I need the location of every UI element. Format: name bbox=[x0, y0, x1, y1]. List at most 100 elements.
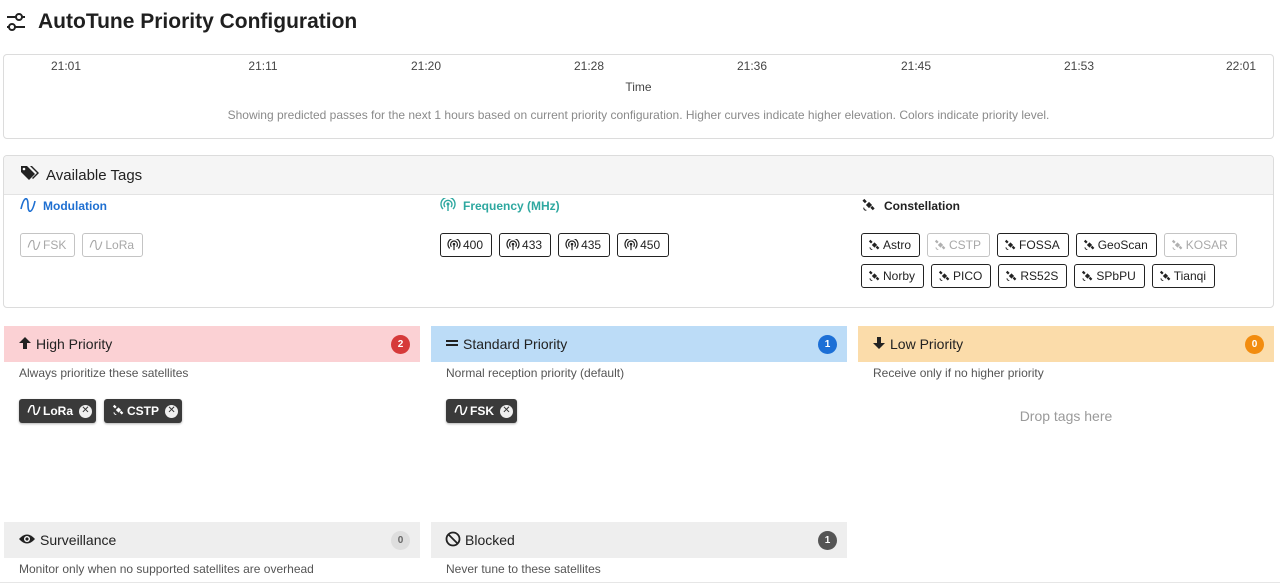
wave-icon bbox=[20, 197, 36, 215]
blocked-desc: Never tune to these satellites bbox=[446, 562, 601, 576]
low-priority-count: 0 bbox=[1245, 334, 1264, 354]
assigned-tag-lora[interactable]: LoRa ✕ bbox=[19, 399, 96, 423]
assigned-tag-cstp[interactable]: CSTP ✕ bbox=[104, 399, 183, 423]
satellite-icon bbox=[868, 239, 881, 251]
time-tick: 21:28 bbox=[573, 59, 605, 73]
standard-priority-zone[interactable]: Standard Priority 1 Normal reception pri… bbox=[431, 326, 847, 423]
block-icon bbox=[445, 531, 461, 550]
tag-chip-pico[interactable]: PICO bbox=[931, 264, 992, 288]
high-priority-desc: Always prioritize these satellites bbox=[19, 366, 189, 380]
satellite-icon bbox=[1171, 239, 1184, 251]
tag-chip-fsk[interactable]: FSK bbox=[20, 233, 76, 257]
available-tags-title: Available Tags bbox=[46, 166, 143, 184]
tags-icon bbox=[20, 164, 40, 186]
blocked-count: 1 bbox=[818, 530, 837, 550]
surveillance-zone[interactable]: Surveillance 0 Monitor only when no supp… bbox=[4, 522, 420, 576]
low-priority-zone[interactable]: Low Priority 0 Receive only if no higher… bbox=[858, 326, 1274, 424]
standard-priority-desc: Normal reception priority (default) bbox=[446, 366, 625, 380]
time-tick: 21:36 bbox=[736, 59, 768, 73]
tag-chip-astro[interactable]: Astro bbox=[861, 233, 921, 257]
wave-icon bbox=[27, 240, 41, 250]
modulation-title-row: Modulation bbox=[20, 197, 143, 215]
frequency-title-row: Frequency (MHz) bbox=[440, 195, 669, 215]
tag-chip-433[interactable]: 433 bbox=[499, 233, 552, 257]
tag-chip-450[interactable]: 450 bbox=[617, 233, 670, 257]
frequency-title: Frequency (MHz) bbox=[463, 199, 560, 213]
standard-priority-count: 1 bbox=[818, 334, 837, 354]
broadcast-icon bbox=[565, 239, 579, 251]
tune-icon bbox=[4, 10, 28, 34]
high-priority-count: 2 bbox=[391, 334, 410, 354]
tag-chip-rs52s[interactable]: RS52S bbox=[998, 264, 1068, 288]
bottom-divider bbox=[0, 582, 1280, 583]
remove-tag-icon[interactable]: ✕ bbox=[79, 404, 92, 418]
blocked-header: Blocked 1 bbox=[431, 522, 847, 558]
blocked-title: Blocked bbox=[465, 532, 515, 548]
page-title: AutoTune Priority Configuration bbox=[38, 10, 358, 33]
broadcast-icon bbox=[440, 195, 456, 215]
arrow-down-icon bbox=[872, 336, 886, 353]
time-axis-label: Time bbox=[625, 80, 652, 94]
constellation-group: Constellation Astro CSTP FOSSA GeoScan K… bbox=[861, 198, 1261, 288]
time-tick: 21:45 bbox=[900, 59, 932, 73]
frequency-group: Frequency (MHz) 400 433 435 450 bbox=[440, 195, 670, 257]
satellite-icon bbox=[112, 404, 125, 419]
tag-chip-norby[interactable]: Norby bbox=[861, 264, 925, 288]
standard-priority-tags: FSK ✕ bbox=[431, 399, 847, 423]
tag-chip-400[interactable]: 400 bbox=[440, 233, 493, 257]
time-tick: 21:20 bbox=[410, 59, 442, 73]
blocked-zone[interactable]: Blocked 1 Never tune to these satellites bbox=[431, 522, 847, 576]
low-priority-desc: Receive only if no higher priority bbox=[873, 366, 1044, 380]
modulation-chips: FSK LoRa bbox=[20, 233, 144, 257]
standard-priority-header: Standard Priority 1 bbox=[431, 326, 847, 362]
broadcast-icon bbox=[506, 239, 520, 251]
modulation-group: Modulation FSK LoRa bbox=[20, 197, 144, 257]
constellation-title: Constellation bbox=[884, 199, 961, 213]
time-tick: 21:01 bbox=[50, 59, 82, 73]
satellite-icon bbox=[934, 239, 947, 251]
tag-chip-cstp[interactable]: CSTP bbox=[927, 233, 991, 257]
wave-icon bbox=[27, 404, 41, 418]
low-priority-header: Low Priority 0 bbox=[858, 326, 1274, 362]
constellation-title-row: Constellation bbox=[861, 198, 1261, 214]
time-tick: 21:11 bbox=[248, 59, 278, 73]
timeline-caption: Showing predicted passes for the next 1 … bbox=[227, 108, 1050, 122]
remove-tag-icon[interactable]: ✕ bbox=[500, 404, 513, 418]
surveillance-header: Surveillance 0 bbox=[4, 522, 420, 558]
satellite-icon bbox=[861, 198, 877, 215]
surveillance-desc: Monitor only when no supported satellite… bbox=[19, 562, 314, 576]
available-tags-card: Available Tags Modulation FSK LoRa Frequ… bbox=[3, 155, 1274, 308]
standard-priority-title: Standard Priority bbox=[463, 336, 568, 352]
constellation-chips: Astro CSTP FOSSA GeoScan KOSAR Norby PIC… bbox=[861, 233, 1261, 288]
drop-hint: Drop tags here bbox=[1019, 408, 1113, 424]
assigned-tag-fsk[interactable]: FSK ✕ bbox=[446, 399, 517, 423]
high-priority-header: High Priority 2 bbox=[4, 326, 420, 362]
wave-icon bbox=[454, 404, 468, 418]
high-priority-zone[interactable]: High Priority 2 Always prioritize these … bbox=[4, 326, 420, 423]
tag-chip-spbpu[interactable]: SPbPU bbox=[1074, 264, 1145, 288]
wave-icon bbox=[89, 240, 103, 250]
tag-chip-tianqi[interactable]: Tianqi bbox=[1151, 264, 1215, 288]
satellite-icon bbox=[1081, 270, 1094, 282]
satellite-icon bbox=[1159, 270, 1172, 282]
time-tick: 22:01 bbox=[1225, 59, 1257, 73]
tag-chip-kosar[interactable]: KOSAR bbox=[1163, 233, 1237, 257]
time-tick: 21:53 bbox=[1063, 59, 1095, 73]
surveillance-title: Surveillance bbox=[40, 532, 117, 548]
modulation-title: Modulation bbox=[43, 199, 107, 213]
pass-timeline-card: 21:01 21:11 21:20 21:28 21:36 21:45 21:5… bbox=[3, 54, 1274, 139]
tag-chip-lora[interactable]: LoRa bbox=[82, 233, 144, 257]
low-priority-title: Low Priority bbox=[890, 336, 964, 352]
satellite-icon bbox=[1083, 239, 1096, 251]
surveillance-count: 0 bbox=[391, 530, 410, 550]
eye-icon bbox=[18, 532, 36, 549]
tag-chip-geoscan[interactable]: GeoScan bbox=[1075, 233, 1157, 257]
high-priority-tags: LoRa ✕ CSTP ✕ bbox=[4, 399, 420, 423]
satellite-icon bbox=[938, 270, 951, 282]
satellite-icon bbox=[1004, 239, 1017, 251]
tag-chip-fossa[interactable]: FOSSA bbox=[997, 233, 1069, 257]
tag-chip-435[interactable]: 435 bbox=[558, 233, 611, 257]
remove-tag-icon[interactable]: ✕ bbox=[165, 404, 179, 418]
frequency-chips: 400 433 435 450 bbox=[440, 233, 670, 257]
page-title-bar: AutoTune Priority Configuration bbox=[4, 8, 357, 36]
